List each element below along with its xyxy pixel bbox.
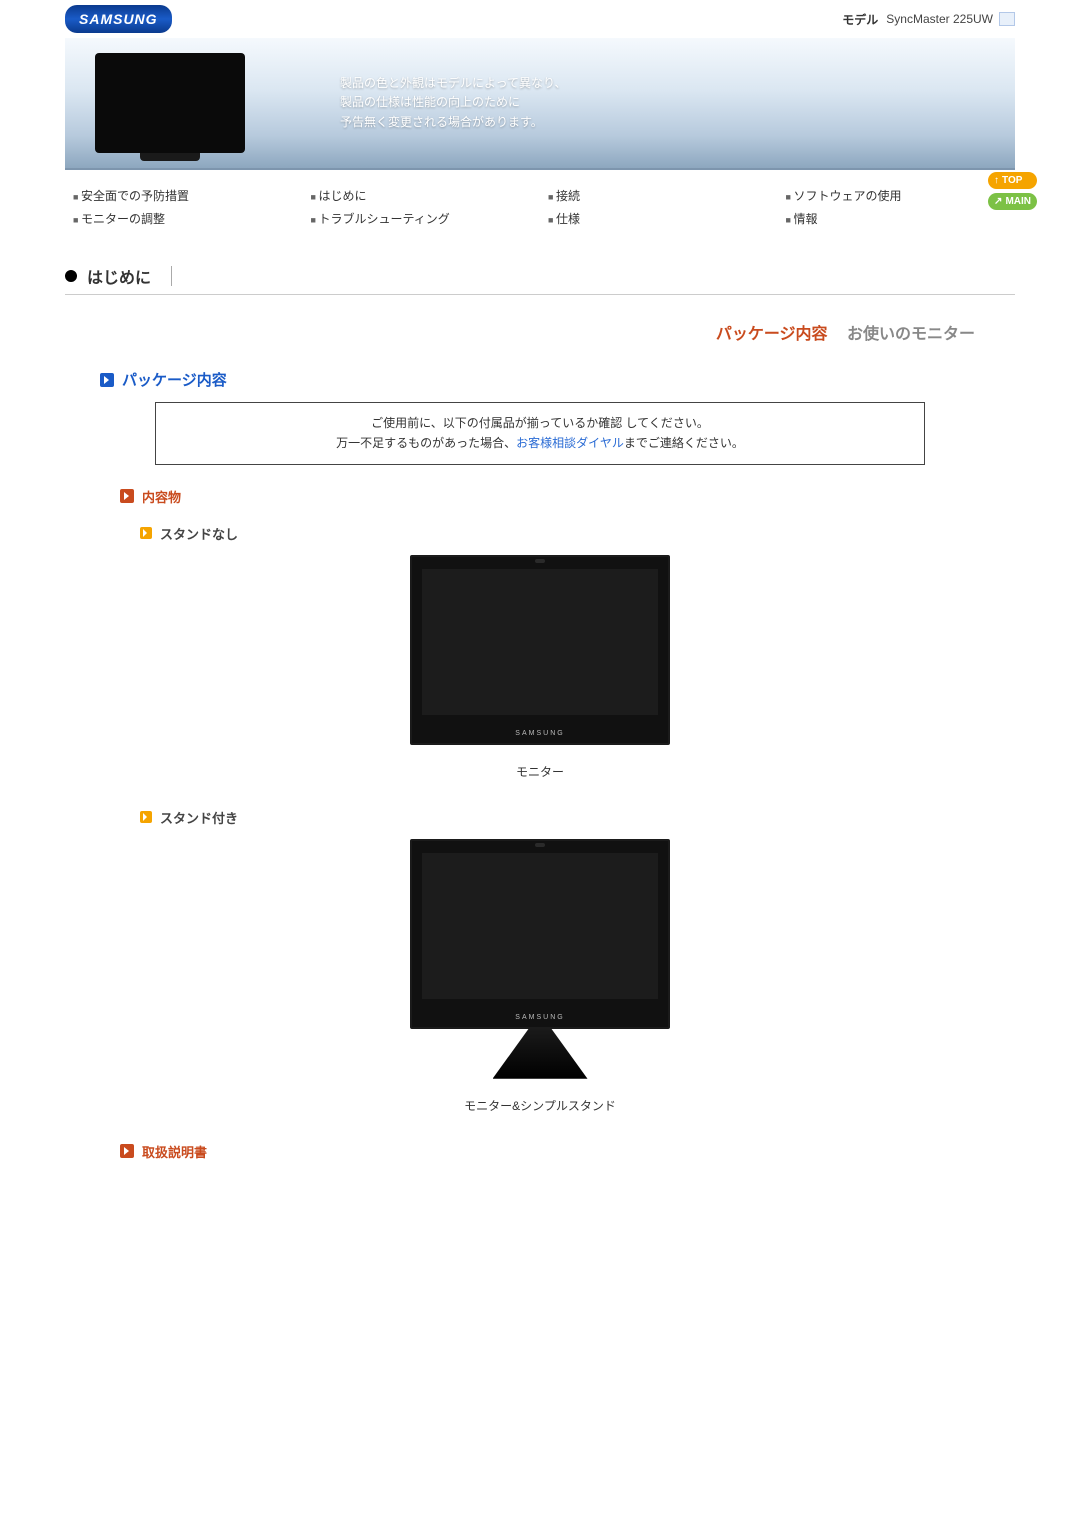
- heading-withstand: スタンド付き: [140, 808, 1015, 827]
- tab-package[interactable]: パッケージ内容: [716, 326, 828, 343]
- monitor-nostand-image: SAMSUNG: [410, 555, 670, 745]
- support-link[interactable]: お客様相談ダイヤル: [516, 436, 624, 450]
- caption-monitor-stand: モニター&シンプルスタンド: [65, 1097, 1015, 1114]
- main-nav: 安全面での予防措置 モニターの調整 はじめに トラブルシューティング 接続 仕様…: [65, 170, 1015, 244]
- divider-icon: [171, 266, 172, 286]
- arrow-right-icon: [100, 373, 114, 387]
- brand-bar: SAMSUNG モデル SyncMaster 225UW: [65, 0, 1015, 38]
- caption-monitor: モニター: [65, 763, 1015, 780]
- main-button[interactable]: ↗ MAIN: [988, 193, 1037, 210]
- monitor-withstand-image: SAMSUNG: [410, 839, 670, 1079]
- notice-text: 万一不足するものがあった場合、: [336, 436, 516, 450]
- heading-nostand: スタンドなし: [140, 524, 1015, 543]
- nav-adjust[interactable]: モニターの調整: [73, 207, 295, 230]
- hero-monitor-image: [95, 53, 245, 153]
- nav-software[interactable]: ソフトウェアの使用: [786, 184, 1008, 207]
- nav-connect[interactable]: 接続: [548, 184, 770, 207]
- top-button-label: TOP: [1002, 175, 1022, 186]
- notice-line2: 万一不足するものがあった場合、お客様相談ダイヤルまでご連絡ください。: [176, 433, 904, 453]
- nav-intro[interactable]: はじめに: [311, 184, 533, 207]
- hero-line: 製品の仕様は性能の向上のために: [340, 93, 567, 112]
- arrow-right-icon: [140, 527, 152, 539]
- tab-monitor[interactable]: お使いのモニター: [847, 326, 975, 343]
- monitor-brand-label: SAMSUNG: [515, 730, 564, 737]
- nav-troubleshoot[interactable]: トラブルシューティング: [311, 207, 533, 230]
- arrow-right-icon: [120, 1144, 134, 1158]
- heading-manual: 取扱説明書: [120, 1142, 1015, 1161]
- section-title-text: はじめに: [87, 264, 151, 288]
- monitor-brand-label: SAMSUNG: [515, 1014, 564, 1021]
- hero-banner: 製品の色と外観はモデルによって異なり、 製品の仕様は性能の向上のために 予告無く…: [65, 38, 1015, 170]
- arrow-right-icon: [140, 811, 152, 823]
- samsung-logo: SAMSUNG: [65, 5, 172, 33]
- model-value: SyncMaster 225UW: [886, 12, 993, 26]
- heading-manual-text: 取扱説明書: [142, 1142, 207, 1161]
- arrow-up-icon: ↑: [994, 175, 999, 186]
- hero-text: 製品の色と外観はモデルによって異なり、 製品の仕様は性能の向上のために 予告無く…: [340, 74, 567, 132]
- hero-line: 予告無く変更される場合があります。: [340, 113, 567, 132]
- heading-nostand-text: スタンドなし: [160, 524, 238, 543]
- section-title: はじめに: [65, 264, 1015, 295]
- notice-line1: ご使用前に、以下の付属品が揃っているか確認 してください。: [176, 413, 904, 433]
- notice-box: ご使用前に、以下の付属品が揃っているか確認 してください。 万一不足するものがあ…: [155, 402, 925, 465]
- arrow-right-icon: [120, 489, 134, 503]
- heading-withstand-text: スタンド付き: [160, 808, 238, 827]
- top-button[interactable]: ↑ TOP: [988, 172, 1037, 189]
- bullet-icon: [65, 270, 77, 282]
- nav-info[interactable]: 情報: [786, 207, 1008, 230]
- model-selector: モデル SyncMaster 225UW: [842, 11, 1015, 28]
- hero-line: 製品の色と外観はモデルによって異なり、: [340, 74, 567, 93]
- heading-contents-text: 内容物: [142, 487, 181, 506]
- side-buttons: ↑ TOP ↗ MAIN: [988, 172, 1037, 210]
- heading-package-text: パッケージ内容: [122, 369, 227, 390]
- heading-contents: 内容物: [120, 487, 1015, 506]
- heading-package: パッケージ内容: [100, 369, 1015, 390]
- model-dropdown-icon[interactable]: [999, 12, 1015, 26]
- model-label: モデル: [842, 11, 878, 28]
- content-tabs: パッケージ内容 お使いのモニター: [65, 320, 975, 344]
- arrow-icon: ↗: [994, 196, 1002, 207]
- notice-text: までご連絡ください。: [624, 436, 744, 450]
- nav-safety[interactable]: 安全面での予防措置: [73, 184, 295, 207]
- main-button-label: MAIN: [1005, 196, 1031, 207]
- nav-spec[interactable]: 仕様: [548, 207, 770, 230]
